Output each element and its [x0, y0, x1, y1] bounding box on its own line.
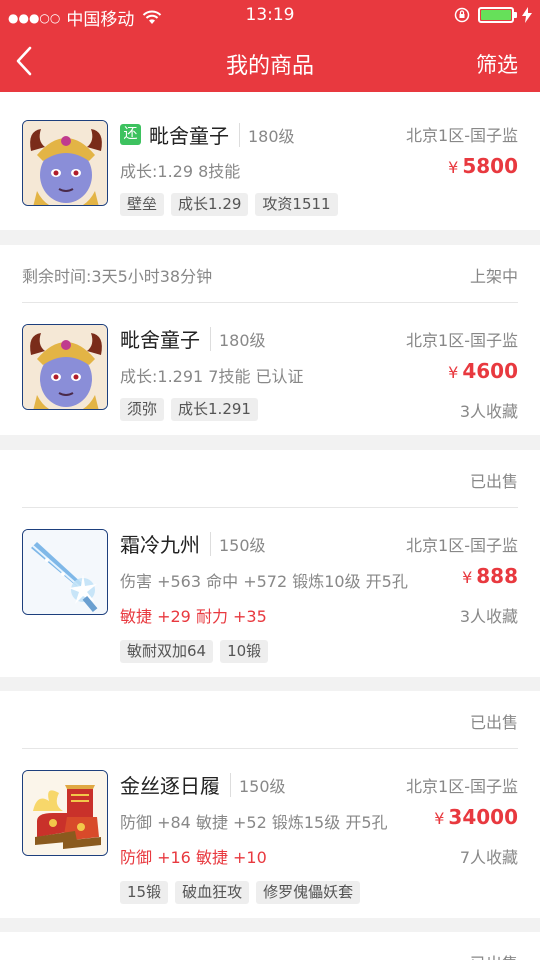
item-price: ¥888: [462, 564, 518, 588]
listing-meta-row: 已出售: [22, 450, 518, 508]
item-level: 150级: [210, 531, 266, 556]
item-name-row: 毗舍童子 180级: [120, 324, 266, 353]
favorites-count: 7人收藏: [459, 848, 518, 867]
listing-status: 已出售: [469, 713, 518, 732]
page-title: 我的商品: [225, 54, 314, 79]
listing-meta-row: 已出售: [22, 691, 518, 749]
product-card[interactable]: 已出售 霜冷九州 150级 北京1区-国子监 ¥888 伤害 +563 命中 +…: [0, 450, 540, 677]
item-price: ¥34000: [434, 805, 518, 829]
item-thumbnail: [22, 529, 108, 615]
tag: 壁垒: [120, 193, 165, 216]
item-name-row: 还 毗舍童子 180级: [120, 120, 295, 149]
battery-icon: [478, 7, 517, 23]
server-name: 北京1区-国子监: [406, 126, 518, 145]
item-thumbnail: [22, 770, 108, 856]
product-card[interactable]: 已出售: [0, 932, 540, 960]
nav-bar: 我的商品 筛选: [0, 32, 540, 92]
item-name: 霜冷九州: [120, 533, 200, 557]
item-description: 成长:1.29 8技能: [120, 162, 241, 181]
tag: 成长1.29: [171, 193, 249, 216]
item-thumbnail: [22, 324, 108, 410]
item-level: 150级: [230, 772, 286, 797]
tag-list: 须弥 成长1.291: [120, 398, 258, 421]
tag-list: 敏耐双加64 10锻: [120, 640, 269, 663]
product-card[interactable]: 剩余时间:3天5小时38分钟 上架中 毗舍童子 180级 北京1区-国子监 ¥4…: [0, 245, 540, 435]
status-icons: [454, 7, 532, 23]
tag: 15锻: [120, 881, 169, 904]
tag: 成长1.291: [171, 398, 258, 421]
charging-icon: [522, 7, 532, 23]
item-level: 180级: [239, 122, 295, 147]
item-name: 毗舍童子: [120, 328, 200, 352]
tag: 须弥: [120, 398, 165, 421]
item-description: 伤害 +563 命中 +572 锻炼10级 开5孔: [120, 572, 408, 591]
item-bonus-stats: 防御 +16 敏捷 +10: [120, 848, 267, 867]
status-bar: ●●●○○ 中国移动 13:19: [0, 0, 540, 32]
pet-avatar-image: [23, 121, 107, 205]
product-card[interactable]: 还 毗舍童子 180级 北京1区-国子监 ¥5800 成长:1.29 8技能 壁…: [0, 92, 540, 230]
item-name-row: 金丝逐日履 150级: [120, 770, 286, 799]
server-name: 北京1区-国子监: [406, 536, 518, 555]
item-level: 180级: [210, 326, 266, 351]
item-name-row: 霜冷九州 150级: [120, 529, 266, 558]
server-name: 北京1区-国子监: [406, 777, 518, 796]
remaining-time: 剩余时间:3天5小时38分钟: [22, 267, 213, 286]
tag: 修罗傀儡妖套: [256, 881, 361, 904]
tag-list: 壁垒 成长1.29 攻资1511: [120, 193, 338, 216]
favorites-count: 3人收藏: [459, 402, 518, 421]
listing-meta-row: 剩余时间:3天5小时38分钟 上架中: [22, 245, 518, 303]
filter-button[interactable]: 筛选: [476, 49, 518, 79]
item-description: 防御 +84 敏捷 +52 锻炼15级 开5孔: [120, 813, 388, 832]
boots-item-image: [23, 771, 107, 855]
tag: 攻资1511: [255, 193, 338, 216]
item-name: 金丝逐日履: [120, 774, 220, 798]
item-thumbnail: [22, 120, 108, 206]
listing-meta-row: 已出售: [22, 932, 518, 960]
sword-item-image: [23, 530, 107, 614]
item-price: ¥5800: [448, 154, 518, 178]
favorites-count: 3人收藏: [459, 607, 518, 626]
product-card[interactable]: 已出售 金丝逐日履 150级 北京1区-国子监 ¥34000 防御 +84 敏捷…: [0, 691, 540, 918]
pet-avatar-image: [23, 325, 107, 409]
item-description: 成长:1.291 7技能 已认证: [120, 367, 304, 386]
tag-list: 15锻 破血狂攻 修罗傀儡妖套: [120, 881, 361, 904]
bargain-badge: 还: [120, 124, 141, 145]
tag: 破血狂攻: [175, 881, 250, 904]
item-name: 毗舍童子: [149, 124, 229, 148]
listing-status: 已出售: [469, 472, 518, 491]
tag: 敏耐双加64: [120, 640, 214, 663]
listing-status: 上架中: [469, 267, 518, 286]
rotation-lock-icon: [454, 7, 470, 23]
listing-status: 已出售: [470, 950, 518, 960]
item-bonus-stats: 敏捷 +29 耐力 +35: [120, 607, 267, 626]
server-name: 北京1区-国子监: [406, 331, 518, 350]
tag: 10锻: [220, 640, 269, 663]
item-price: ¥4600: [448, 359, 518, 383]
